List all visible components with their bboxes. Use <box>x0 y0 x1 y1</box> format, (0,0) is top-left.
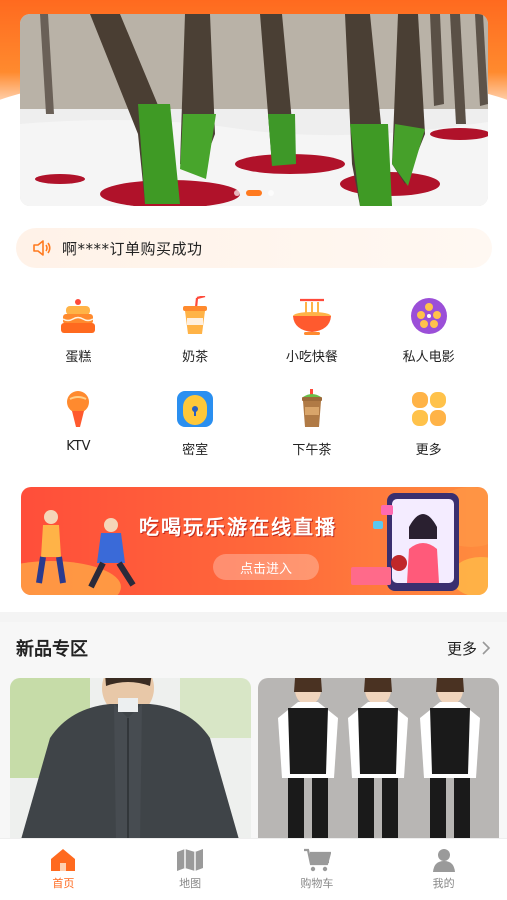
product-image-vest-set <box>258 678 499 843</box>
more-label: 更多 <box>446 639 477 658</box>
pagination-dot-active[interactable] <box>246 190 262 196</box>
notice-text: 啊****订单购买成功 <box>62 239 203 258</box>
product-card[interactable] <box>258 678 499 843</box>
category-label: 更多 <box>415 443 442 458</box>
map-icon <box>177 849 204 871</box>
category-label: 小吃快餐 <box>285 350 338 365</box>
section-divider <box>0 612 507 622</box>
category-more[interactable]: 更多 <box>370 387 487 458</box>
pagination-dot[interactable] <box>234 190 240 196</box>
microphone-icon <box>56 387 100 431</box>
tab-map[interactable]: 地图 <box>127 839 254 900</box>
bottom-tab-bar: 首页 地图 购物车 我的 <box>0 838 507 900</box>
more-link[interactable]: 更多 <box>447 638 491 659</box>
category-grid: 蛋糕 奶茶 小吃快餐 私人电影 KTV 密室 下午茶 更多 <box>0 294 507 458</box>
forest-image <box>20 14 488 206</box>
home-icon <box>51 849 76 871</box>
more-grid-icon <box>407 387 451 431</box>
tab-home[interactable]: 首页 <box>0 839 127 900</box>
cake-icon <box>56 294 100 338</box>
category-snack[interactable]: 小吃快餐 <box>254 294 371 365</box>
promo-title: 吃喝玩乐游在线直播 <box>139 515 337 539</box>
speaker-icon <box>33 240 51 256</box>
tab-label: 购物车 <box>300 877 334 890</box>
tab-cart[interactable]: 购物车 <box>254 839 381 900</box>
banner-pagination <box>20 190 488 196</box>
category-label: 下午茶 <box>292 443 332 458</box>
category-afternoon-tea[interactable]: 下午茶 <box>254 387 371 458</box>
live-stream-promo-banner[interactable]: 吃喝玩乐游在线直播 点击进入 <box>21 487 488 595</box>
tab-profile[interactable]: 我的 <box>380 839 507 900</box>
category-escape-room[interactable]: 密室 <box>137 387 254 458</box>
new-products-list <box>0 674 507 843</box>
product-card[interactable] <box>10 678 251 843</box>
category-label: 蛋糕 <box>65 350 92 365</box>
product-image-jacket <box>10 678 251 843</box>
category-label: 私人电影 <box>402 350 455 365</box>
category-ktv[interactable]: KTV <box>20 387 137 458</box>
milk-tea-icon <box>173 294 217 338</box>
section-title: 新品专区 <box>16 639 88 660</box>
category-private-cinema[interactable]: 私人电影 <box>370 294 487 365</box>
lock-door-icon <box>173 387 217 431</box>
category-label: 密室 <box>182 443 209 458</box>
category-label: KTV <box>66 439 91 454</box>
category-cake[interactable]: 蛋糕 <box>20 294 137 365</box>
tab-label: 地图 <box>179 877 202 890</box>
chevron-right-icon <box>482 641 491 655</box>
noodle-bowl-icon <box>290 294 334 338</box>
pagination-dot[interactable] <box>268 190 274 196</box>
film-reel-icon <box>407 294 451 338</box>
order-notice-bar[interactable]: 啊****订单购买成功 <box>16 228 492 268</box>
enter-live-button[interactable]: 点击进入 <box>213 554 319 580</box>
iced-drink-icon <box>290 387 334 431</box>
hero-banner[interactable] <box>20 14 488 206</box>
tab-label: 我的 <box>432 877 455 890</box>
tab-label: 首页 <box>52 877 75 890</box>
category-label: 奶茶 <box>182 350 209 365</box>
cart-icon <box>303 848 331 872</box>
user-icon <box>432 849 455 872</box>
category-milk-tea[interactable]: 奶茶 <box>137 294 254 365</box>
new-products-header: 新品专区 更多 <box>0 622 507 674</box>
